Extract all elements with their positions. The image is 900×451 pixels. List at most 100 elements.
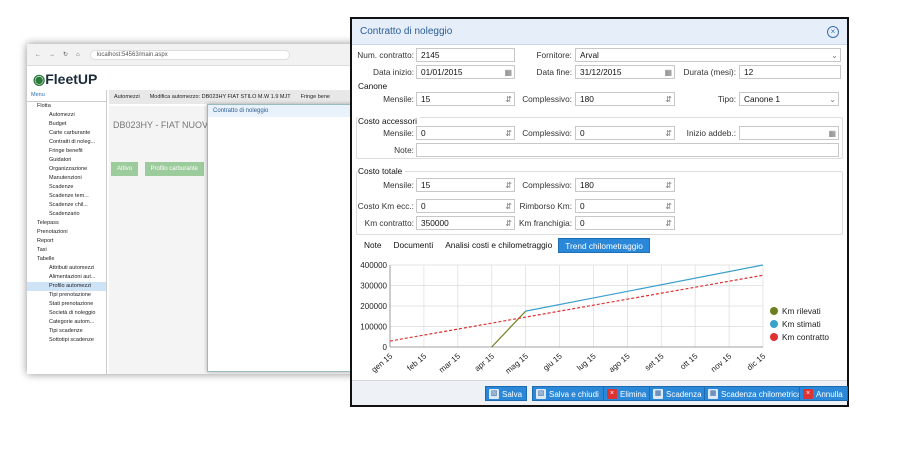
canone-mensile-value: 15: [421, 94, 431, 104]
profilo-carburante-button[interactable]: Profilo carburante: [144, 162, 204, 176]
spinner-icon[interactable]: ⇵: [665, 128, 672, 140]
reload-icon[interactable]: ↻: [63, 51, 68, 58]
num-contratto-field[interactable]: 2145: [416, 48, 515, 62]
tot-mensile-field[interactable]: 15 ⇵: [416, 178, 515, 192]
save-close-icon: ▧: [536, 389, 546, 399]
sidebar-item[interactable]: Scadenze: [27, 183, 106, 192]
spinner-icon[interactable]: ⇵: [665, 218, 672, 230]
calendar-icon[interactable]: ▦: [828, 128, 836, 140]
series-line-km-rilevati: [491, 310, 527, 348]
sidebar-item[interactable]: Stati prenotazione: [27, 300, 106, 309]
data-fine-field[interactable]: 31/12/2015 ▦: [575, 65, 675, 79]
tot-complessivo-field[interactable]: 180 ⇵: [575, 178, 675, 192]
note-label: Note:: [394, 145, 414, 155]
sidebar-item[interactable]: Telepass: [27, 219, 106, 228]
rimborso-km-field[interactable]: 0 ⇵: [575, 199, 675, 213]
data-inizio-value: 01/01/2015: [421, 67, 463, 77]
sidebar-item[interactable]: Organizzazione: [27, 165, 106, 174]
km-franchigia-label: Km franchigia:: [518, 218, 572, 228]
durata-label: Durata (mesi):: [683, 67, 736, 77]
sidebar-item[interactable]: Report: [27, 237, 106, 246]
note-field[interactable]: [416, 143, 839, 157]
sidebar-item[interactable]: Profilo automezzi: [27, 282, 106, 291]
elimina-button[interactable]: × Elimina: [603, 386, 652, 401]
canone-complessivo-field[interactable]: 180 ⇵: [575, 92, 675, 106]
spinner-icon[interactable]: ⇵: [665, 94, 672, 106]
sidebar-item[interactable]: Sottotipi scadenze: [27, 336, 106, 345]
durata-field[interactable]: 12: [739, 65, 841, 79]
sidebar-item[interactable]: Società di noleggio: [27, 309, 106, 318]
data-inizio-field[interactable]: 01/01/2015 ▦: [416, 65, 515, 79]
salva-button[interactable]: ▧ Salva: [485, 386, 528, 401]
sidebar-item[interactable]: Manutenzioni: [27, 174, 106, 183]
spinner-icon[interactable]: ⇵: [665, 180, 672, 192]
tab-trend-chilometraggio[interactable]: Trend chilometraggio: [558, 238, 650, 253]
bg-tab[interactable]: Automezzi: [109, 94, 145, 100]
dialog-header: Contratto di noleggio ×: [352, 19, 847, 45]
canone-mensile-field[interactable]: 15 ⇵: [416, 92, 515, 106]
legend-marker-icon: [770, 332, 778, 341]
sidebar-item[interactable]: Scadenze tem...: [27, 192, 106, 201]
inizio-addeb-field[interactable]: ▦: [739, 126, 839, 140]
data-inizio-label: Data inizio:: [372, 67, 414, 77]
save-icon: ▧: [489, 389, 499, 399]
tab-documenti[interactable]: Documenti: [388, 238, 440, 253]
data-fine-label: Data fine:: [536, 67, 572, 77]
sidebar-item[interactable]: Budget: [27, 120, 106, 129]
sidebar-item[interactable]: Automezzi: [27, 111, 106, 120]
bg-tab[interactable]: Fringe bene: [296, 94, 335, 100]
sidebar-item[interactable]: Taxi: [27, 246, 106, 255]
sidebar-item[interactable]: Prenotazioni: [27, 228, 106, 237]
background-tabs: Automezzi Modifica automezzo: DB023HY FI…: [109, 90, 364, 104]
back-icon[interactable]: ←: [35, 52, 41, 58]
legend-item[interactable]: Km stimati: [770, 317, 829, 330]
tipo-select[interactable]: Canone 1 ⌄: [739, 92, 839, 106]
series-line-km-contratto: [389, 274, 764, 342]
sidebar-menu: Menu Flotta Automezzi Budget Carte carburan…: [27, 90, 107, 374]
km-contratto-field[interactable]: 350000 ⇵: [416, 216, 515, 230]
km-franchigia-field[interactable]: 0 ⇵: [575, 216, 675, 230]
legend-marker-icon: [770, 306, 778, 315]
forward-icon[interactable]: →: [49, 52, 55, 58]
legend-item[interactable]: Km contratto: [770, 330, 829, 343]
home-icon[interactable]: ⌂: [76, 52, 80, 58]
sidebar-item[interactable]: Contratti di noleg...: [27, 138, 106, 147]
sidebar-item[interactable]: Alimentazioni aut...: [27, 273, 106, 282]
data-fine-value: 31/12/2015: [580, 67, 622, 77]
legend-label: Km contratto: [782, 331, 830, 342]
sidebar-item[interactable]: Guidatori: [27, 156, 106, 165]
sidebar-item[interactable]: Tipi scadenze: [27, 327, 106, 336]
bg-tab[interactable]: Modifica automezzo: DB023HY FIAT STILO M…: [145, 94, 296, 100]
sidebar-item[interactable]: Fringe benefit: [27, 147, 106, 156]
costo-accessori-section-title: Costo accessori: [358, 116, 421, 126]
sidebar-item[interactable]: Scadenze chil...: [27, 201, 106, 210]
acc-mensile-field[interactable]: 0 ⇵: [416, 126, 515, 140]
sidebar-item[interactable]: Attributi automezzi: [27, 264, 106, 273]
tab-note[interactable]: Note: [358, 238, 388, 253]
legend-item[interactable]: Km rilevati: [770, 304, 829, 317]
url-field[interactable]: localhost:54563/main.aspx: [89, 49, 290, 60]
sidebar-item[interactable]: Scadenzario: [27, 210, 106, 219]
spinner-icon[interactable]: ⇵: [665, 201, 672, 213]
sidebar-item[interactable]: Carte carburante: [27, 129, 106, 138]
km-franchigia-value: 0: [580, 218, 585, 228]
sidebar-item[interactable]: Tipi prenotazione: [27, 291, 106, 300]
fornitore-select[interactable]: Arval ⌄: [575, 48, 841, 62]
costo-km-ecc-field[interactable]: 0 ⇵: [416, 199, 515, 213]
num-contratto-label: Num. contratto:: [357, 50, 414, 60]
annulla-label: Annulla: [816, 390, 843, 399]
tab-analisi[interactable]: Analisi costi e chilometraggio: [439, 238, 558, 253]
salva-chiudi-button[interactable]: ▧ Salva e chiudi: [532, 386, 604, 401]
tot-complessivo-label: Complessivo:: [522, 180, 572, 190]
sidebar-item[interactable]: Tabelle: [27, 255, 106, 264]
x-tick-label: ott 15: [678, 351, 700, 371]
attivo-button[interactable]: Attivo: [111, 162, 139, 176]
close-icon[interactable]: ×: [827, 25, 839, 38]
sidebar-item[interactable]: Categorie autom...: [27, 318, 106, 327]
scadenza-button[interactable]: ▦ Scadenza: [649, 386, 707, 401]
annulla-button[interactable]: × Annulla: [799, 386, 848, 401]
calendar-icon[interactable]: ▦: [664, 67, 672, 79]
acc-complessivo-field[interactable]: 0 ⇵: [575, 126, 675, 140]
scadenza-km-button[interactable]: ▦ Scadenza chilometrica: [704, 386, 807, 401]
sidebar-item[interactable]: Flotta: [27, 102, 106, 111]
